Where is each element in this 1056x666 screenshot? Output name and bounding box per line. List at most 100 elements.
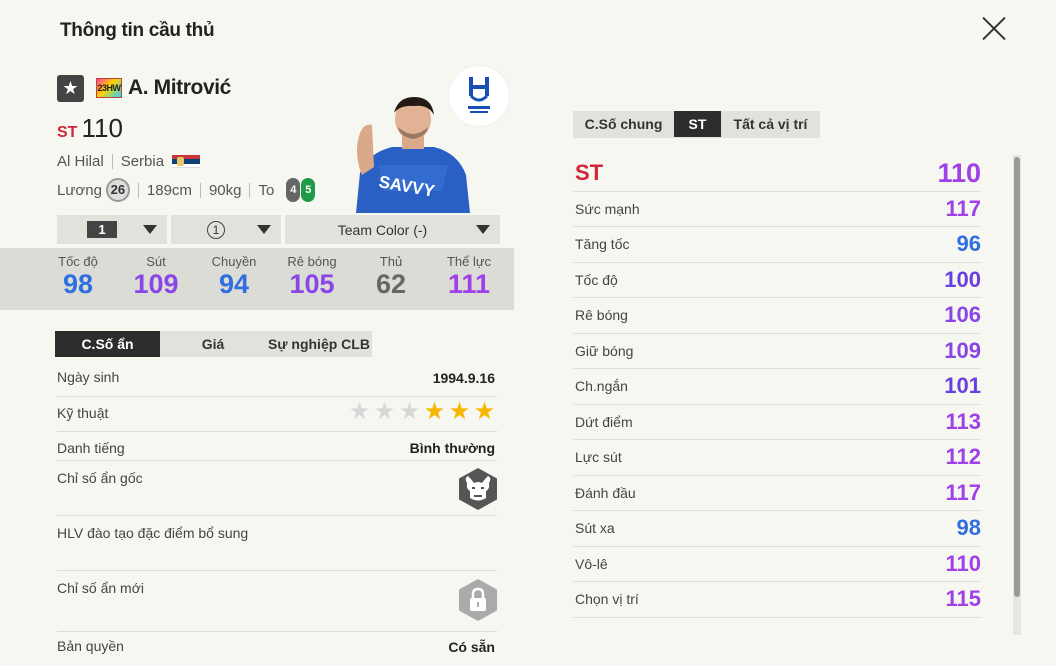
stat-row: Tốc độ 100: [573, 263, 981, 298]
reputation-label: Danh tiếng: [57, 440, 125, 456]
birth-row: Ngày sinh 1994.9.16: [57, 366, 497, 397]
summary-stat: Tốc độ 98: [39, 254, 117, 299]
player-ovr: 110: [81, 113, 123, 143]
weak-foot: 4: [286, 178, 301, 202]
stat-label: ST: [575, 160, 604, 185]
salary-badge: 26: [105, 178, 130, 202]
star-filled-icon: ★: [448, 398, 471, 425]
tab-price[interactable]: Giá: [160, 331, 266, 357]
nation-name: Serbia: [120, 153, 165, 170]
tab-general-stats[interactable]: C.Số chung: [573, 111, 674, 137]
club-nation: Al Hilal Serbia: [57, 153, 201, 170]
tab-hidden-stats[interactable]: C.Số ẩn: [55, 331, 160, 357]
stat-label: Sức mạnh: [575, 200, 640, 217]
stat-row: Sút xa 98: [573, 511, 981, 547]
summary-stat: Chuyền 94: [195, 254, 273, 299]
summary-stat-value: 94: [218, 269, 250, 299]
skill-row: Kỹ thuật ★ ★ ★ ★ ★ ★: [57, 397, 497, 432]
stat-row: Tăng tốc 96: [573, 227, 981, 263]
summary-stat: Sút 109: [117, 254, 195, 299]
divider: [111, 154, 113, 169]
scrollbar-thumb[interactable]: [1014, 157, 1020, 597]
summary-stat-label: Thể lực: [446, 254, 492, 269]
stat-row: Rê bóng 106: [573, 298, 981, 334]
stat-row: Sức mạnh 117: [573, 192, 982, 227]
birth-value: 1994.9.16: [432, 370, 495, 386]
coach-trait-label: HLV đào tạo đặc điểm bổ sung: [57, 525, 249, 541]
buffalo-trait-icon[interactable]: [459, 468, 497, 510]
new-hidden-row: Chỉ số ẩn mới: [57, 571, 497, 632]
summary-stat-value: 98: [62, 269, 94, 299]
summary-stat-label: Rê bóng: [287, 254, 337, 269]
scrollbar[interactable]: [1013, 155, 1021, 635]
close-button[interactable]: [978, 12, 1010, 44]
stat-value: 117: [945, 195, 982, 221]
license-row: Bản quyền Có sẵn: [57, 632, 497, 662]
stat-label: Dứt điểm: [575, 413, 633, 430]
summary-stat: Thể lực 111: [430, 254, 508, 299]
favorite-star-icon[interactable]: ★: [57, 75, 84, 102]
stat-label: Chọn vị trí: [575, 591, 639, 607]
stat-value: 117: [945, 479, 982, 505]
team-color-selector[interactable]: Team Color (-): [285, 215, 500, 244]
skill-label: Kỹ thuật: [57, 405, 109, 421]
stat-row: Đánh đầu 117: [573, 476, 982, 511]
strong-foot: 5: [301, 178, 316, 202]
divider: [199, 182, 201, 198]
stat-label: Tăng tốc: [575, 236, 630, 252]
stat-row: Chọn vị trí 115: [573, 582, 981, 618]
player-name: A. Mitrović: [128, 76, 231, 99]
season-badge: 23HW: [96, 78, 122, 98]
hidden-stats-label: Chỉ số ẩn gốc: [57, 470, 143, 486]
stat-value: 106: [944, 302, 981, 327]
stat-value: 96: [956, 231, 981, 256]
reputation-value: Bình thường: [409, 440, 495, 456]
team-color-value: Team Color (-): [337, 221, 428, 238]
summary-stats: Tốc độ 98 Sút 109 Chuyền 94 Rê bóng 105 …: [0, 248, 514, 310]
summary-stat-label: Chuyền: [211, 254, 257, 269]
foot-icon: 4 5: [286, 178, 316, 202]
chevron-down-icon: [476, 225, 490, 234]
divider: [249, 182, 251, 198]
coach-trait-row: HLV đào tạo đặc điểm bổ sung: [57, 516, 497, 571]
stat-label: Ch.ngắn: [575, 378, 628, 394]
star-filled-icon: ★: [473, 398, 496, 425]
license-value: Có sẵn: [448, 639, 495, 655]
stat-row: Giữ bóng 109: [573, 334, 981, 369]
star-filled-icon: ★: [423, 398, 446, 425]
stat-tabs: C.Số chung ST Tất cả vị trí: [573, 111, 820, 138]
stat-value: 110: [937, 158, 981, 188]
stat-value: 113: [945, 408, 982, 434]
enhance-selector[interactable]: 1: [171, 215, 281, 244]
summary-stat-value: 105: [289, 269, 335, 299]
summary-stat-value: 62: [375, 269, 407, 299]
serbia-flag-icon: [172, 155, 201, 168]
stat-value: 101: [944, 373, 981, 398]
level-selector[interactable]: 1: [57, 215, 167, 244]
summary-stat-label: Sút: [146, 254, 166, 269]
stat-row: Lực sút 112: [573, 440, 981, 476]
stat-label: Lực sút: [575, 449, 622, 465]
reputation-row: Danh tiếng Bình thường: [57, 432, 497, 461]
skill-stars: ★ ★ ★ ★ ★ ★: [347, 400, 497, 424]
chevron-down-icon: [257, 225, 271, 234]
summary-stat-label: Tốc độ: [58, 254, 98, 269]
stat-label: Sút xa: [575, 520, 615, 536]
tab-club-career[interactable]: Sự nghiệp CLB: [266, 331, 372, 357]
tab-all-positions[interactable]: Tất cả vị trí: [721, 111, 820, 137]
stat-label: Rê bóng: [575, 307, 628, 323]
stat-label: Đánh đầu: [575, 484, 636, 501]
club-name: Al Hilal: [57, 153, 104, 170]
level-value: 1: [87, 221, 117, 238]
hidden-stats-row: Chỉ số ẩn gốc: [57, 461, 497, 516]
page-title: Thông tin cầu thủ: [60, 20, 215, 41]
enhance-value: 1: [207, 220, 225, 239]
stat-list: ST 110 Sức mạnh 117 Tăng tốc 96 Tốc độ 100 R…: [573, 156, 981, 618]
birth-label: Ngày sinh: [57, 369, 120, 385]
star-empty-icon: ★: [373, 398, 396, 425]
star-empty-icon: ★: [398, 398, 421, 425]
stat-value: 112: [945, 444, 982, 469]
stat-row: ST 110: [573, 156, 981, 192]
stat-row: Dứt điểm 113: [573, 405, 982, 440]
tab-st[interactable]: ST: [674, 111, 721, 137]
